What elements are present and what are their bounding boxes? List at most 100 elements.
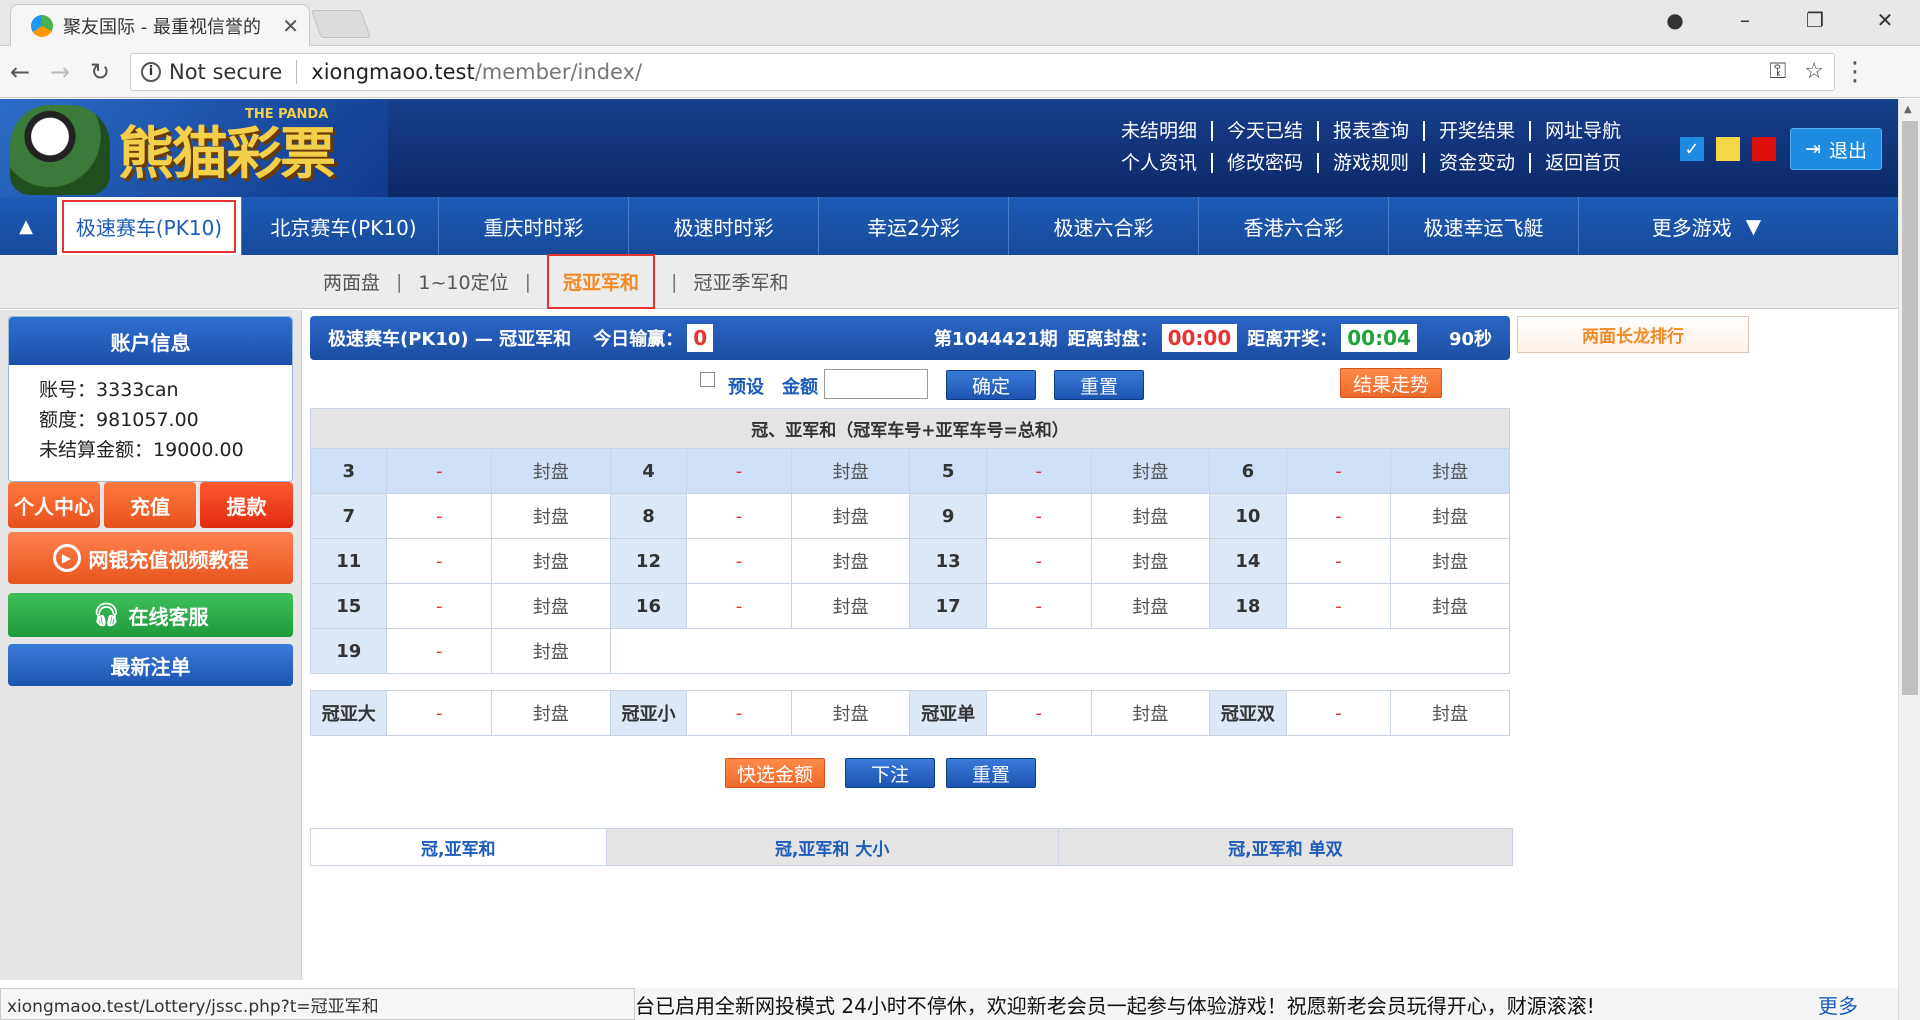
- link-change-password[interactable]: 修改密码: [1213, 153, 1320, 173]
- cell-status[interactable]: 封盘: [790, 493, 911, 539]
- place-bet-button[interactable]: 下注: [845, 758, 935, 788]
- cell-status[interactable]: 封盘: [491, 493, 611, 539]
- scrollbar-thumb[interactable]: [1902, 121, 1918, 695]
- game-tab-lucky-boat[interactable]: 极速幸运飞艇: [1389, 197, 1579, 255]
- cell-status[interactable]: 封盘: [1390, 493, 1510, 539]
- game-tab-chongqing-ssc[interactable]: 重庆时时彩: [439, 197, 629, 255]
- logout-button[interactable]: ⇥ 退出: [1790, 128, 1882, 170]
- reset-button[interactable]: 重置: [1054, 370, 1144, 400]
- cell-odds[interactable]: -: [1285, 448, 1392, 494]
- cell-status[interactable]: 封盘: [491, 538, 611, 584]
- cell-odds[interactable]: -: [985, 538, 1092, 584]
- cell-status[interactable]: 封盘: [1390, 538, 1510, 584]
- close-tab-icon[interactable]: ✕: [282, 14, 299, 38]
- site-logo[interactable]: 熊猫彩票 THE PANDA: [0, 99, 388, 197]
- cell-odds[interactable]: -: [386, 628, 493, 674]
- collapse-up-icon[interactable]: ▲: [0, 197, 52, 255]
- cell-odds[interactable]: -: [1285, 538, 1392, 584]
- withdraw-button[interactable]: 提款: [200, 482, 293, 528]
- reset-bet-button[interactable]: 重置: [946, 758, 1036, 788]
- link-results[interactable]: 开奖结果: [1425, 121, 1532, 141]
- cell-status[interactable]: 封盘: [1090, 538, 1211, 584]
- browser-tab[interactable]: 聚友国际 - 最重视信誉的 ✕: [10, 4, 310, 46]
- link-unsettled[interactable]: 未结明细: [1108, 121, 1214, 141]
- cell-status[interactable]: 封盘: [491, 628, 611, 674]
- link-home[interactable]: 返回首页: [1531, 153, 1635, 173]
- tutorial-button[interactable]: ▶ 网银充值视频教程: [8, 532, 293, 584]
- scroll-up-icon[interactable]: ▲: [1904, 104, 1912, 115]
- profile-icon[interactable]: ●: [1640, 0, 1710, 40]
- cell-odds[interactable]: -: [386, 583, 493, 629]
- close-window-icon[interactable]: ✕: [1850, 0, 1920, 40]
- quick-amount-button[interactable]: 快选金额: [725, 758, 825, 788]
- game-tab-jisu-lhc[interactable]: 极速六合彩: [1009, 197, 1199, 255]
- cell-status[interactable]: 封盘: [1390, 690, 1510, 736]
- game-tab-beijing-pk10[interactable]: 北京赛车(PK10): [249, 197, 439, 255]
- game-tab-lucky-2min[interactable]: 幸运2分彩: [819, 197, 1009, 255]
- page-scrollbar[interactable]: ▲: [1898, 99, 1920, 1020]
- online-service-button[interactable]: 🎧︎ 在线客服: [8, 593, 293, 637]
- link-reports[interactable]: 报表查询: [1319, 121, 1426, 141]
- latest-bets-button[interactable]: 最新注单: [8, 644, 293, 686]
- key-icon[interactable]: ⚿: [1770, 59, 1787, 84]
- subnav-two-sides[interactable]: 两面盘: [323, 268, 380, 295]
- deposit-button[interactable]: 充值: [104, 482, 196, 528]
- cell-odds[interactable]: -: [386, 448, 493, 494]
- cell-odds[interactable]: -: [686, 583, 792, 629]
- theme-yellow[interactable]: [1716, 137, 1740, 161]
- info-icon[interactable]: i: [141, 61, 161, 82]
- tab-guanya-oddeven[interactable]: 冠,亚军和 单双: [1058, 829, 1513, 865]
- game-tab-jisu-pk10[interactable]: 极速赛车(PK10): [57, 197, 242, 255]
- theme-red[interactable]: [1752, 137, 1776, 161]
- bookmark-star-icon[interactable]: ☆: [1804, 59, 1824, 84]
- url-field[interactable]: i Not secure xiongmaoo.test /member/inde…: [130, 52, 1835, 91]
- cell-status[interactable]: 封盘: [790, 448, 911, 494]
- cell-status[interactable]: 封盘: [1090, 493, 1211, 539]
- cell-odds[interactable]: -: [386, 538, 493, 584]
- game-tab-hk-lhc[interactable]: 香港六合彩: [1199, 197, 1389, 255]
- cell-odds[interactable]: -: [985, 583, 1092, 629]
- cell-status[interactable]: 封盘: [1090, 448, 1211, 494]
- link-today-settled[interactable]: 今天已结: [1213, 121, 1320, 141]
- restore-icon[interactable]: ❐: [1780, 0, 1850, 40]
- personal-center-button[interactable]: 个人中心: [8, 482, 100, 528]
- cell-odds[interactable]: -: [386, 493, 493, 539]
- link-rules[interactable]: 游戏规则: [1319, 153, 1426, 173]
- cell-odds[interactable]: -: [1285, 583, 1392, 629]
- cell-odds[interactable]: -: [1285, 493, 1392, 539]
- cell-status[interactable]: 封盘: [1090, 583, 1211, 629]
- cell-status[interactable]: 封盘: [790, 538, 911, 584]
- trend-button[interactable]: 结果走势: [1340, 368, 1442, 398]
- tab-guanya-size[interactable]: 冠,亚军和 大小: [606, 829, 1059, 865]
- amount-input[interactable]: [824, 369, 928, 399]
- tab-guanya-sum[interactable]: 冠,亚军和: [311, 829, 607, 865]
- cell-status[interactable]: 封盘: [491, 448, 611, 494]
- link-profile[interactable]: 个人资讯: [1108, 153, 1214, 173]
- cell-status[interactable]: 封盘: [790, 690, 911, 736]
- cell-odds[interactable]: -: [686, 538, 792, 584]
- cell-status[interactable]: 封盘: [1390, 583, 1510, 629]
- preset-checkbox[interactable]: [700, 372, 715, 387]
- subnav-guanya-sum[interactable]: 冠亚军和: [547, 254, 656, 309]
- cell-odds[interactable]: -: [1285, 690, 1392, 736]
- cell-status[interactable]: 封盘: [491, 690, 611, 736]
- cell-odds[interactable]: -: [686, 493, 792, 539]
- cell-odds[interactable]: -: [686, 690, 792, 736]
- long-dragon-rank[interactable]: 两面长龙排行: [1517, 316, 1749, 353]
- cell-status[interactable]: 封盘: [1090, 690, 1211, 736]
- browser-menu-icon[interactable]: ⋮: [1835, 57, 1875, 87]
- subnav-guanyaji-sum[interactable]: 冠亚季军和: [693, 268, 788, 295]
- cell-odds[interactable]: -: [686, 448, 792, 494]
- cell-odds[interactable]: -: [386, 690, 493, 736]
- back-icon[interactable]: ←: [0, 58, 40, 86]
- link-url-nav[interactable]: 网址导航: [1531, 121, 1635, 141]
- theme-blue-checked-icon[interactable]: ✓: [1680, 137, 1704, 161]
- cell-odds[interactable]: -: [985, 448, 1092, 494]
- new-tab-button[interactable]: [310, 10, 372, 38]
- cell-status[interactable]: 封盘: [491, 583, 611, 629]
- cell-odds[interactable]: -: [985, 493, 1092, 539]
- confirm-button[interactable]: 确定: [946, 370, 1036, 400]
- minimize-icon[interactable]: –: [1710, 0, 1780, 40]
- cell-status[interactable]: 封盘: [790, 583, 911, 629]
- link-funds[interactable]: 资金变动: [1425, 153, 1532, 173]
